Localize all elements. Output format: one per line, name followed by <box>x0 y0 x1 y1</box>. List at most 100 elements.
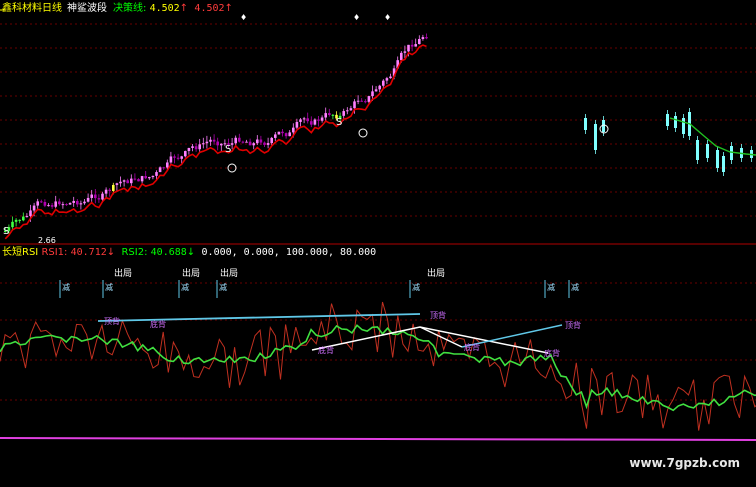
candle-body <box>374 89 378 92</box>
candle-body <box>346 110 349 112</box>
buy-signal-label: S <box>225 144 231 155</box>
candle-body <box>90 194 93 198</box>
reduce-label: 减 <box>105 282 113 292</box>
divergence-label: 底背 <box>464 342 480 352</box>
buy-signal-label: S <box>336 117 342 128</box>
price-low-label: 2.66 <box>38 236 56 245</box>
candle-body <box>198 144 201 150</box>
indicator-name: 神鲨波段 <box>67 3 107 14</box>
divergence-label: 底背 <box>544 348 560 358</box>
candle-body <box>130 178 133 184</box>
candle-body <box>36 201 39 206</box>
candle-body <box>256 139 259 144</box>
candle-body <box>209 139 212 142</box>
candle-body <box>22 216 25 221</box>
candle-body <box>594 124 597 150</box>
down-arrow-icon: ↓ <box>106 247 116 258</box>
candle-body <box>86 197 90 202</box>
stock-name: 鑫科材料 <box>2 3 42 14</box>
reduce-label: 减 <box>571 282 579 292</box>
candle-body <box>400 52 403 61</box>
rsi2-value: 40.688 <box>150 247 187 258</box>
candle-body <box>252 143 255 146</box>
decision-line-label: 决策线: <box>113 3 147 14</box>
target-icon <box>358 128 368 138</box>
candle-body <box>126 180 129 184</box>
candle-body <box>299 119 302 122</box>
candle-body <box>54 201 57 207</box>
candle-body <box>410 44 414 47</box>
candle-body <box>353 101 356 109</box>
candle-body <box>76 200 79 205</box>
divergence-label: 顶背 <box>430 310 446 320</box>
candle-body <box>122 180 126 182</box>
candle-body <box>320 117 324 121</box>
candle-body <box>115 183 119 185</box>
candle-body <box>40 201 43 203</box>
candle-body <box>166 162 169 168</box>
candle-body <box>356 100 360 102</box>
candle-body <box>11 221 14 228</box>
candle-body <box>277 131 281 135</box>
candle-body <box>194 146 198 150</box>
candle-body <box>234 137 237 144</box>
candle-body <box>248 141 252 146</box>
candle-body <box>425 37 428 39</box>
indicator-panel-name: 长短RSI <box>2 247 39 258</box>
candle-body <box>302 118 306 120</box>
candle-body <box>674 116 677 128</box>
indicator-title: 长短RSI RSI1: 40.712↓, RSI2: 40.688↓, 0.00… <box>2 247 377 258</box>
chart-canvas[interactable]: ♦ ♦ ♦SSS2.66 出局 出局 出局 出局减减减减减减减顶背 底背顶背底背 底背底背顶背 <box>0 0 756 487</box>
candle-body <box>119 181 122 184</box>
candle-body <box>696 140 699 160</box>
rsi1-label: RSI1: <box>41 247 68 258</box>
candle-body <box>180 156 183 159</box>
reduce-label: 减 <box>219 282 227 292</box>
candle-body <box>306 118 309 122</box>
exit-label: 出局 <box>220 267 238 279</box>
candle-body <box>421 37 425 39</box>
rsi-indicator: 出局 出局 出局 出局减减减减减减减顶背 底背顶背底背 底背底背顶背 <box>0 267 756 441</box>
candle-body <box>403 51 407 53</box>
candle-body <box>389 76 392 79</box>
candle-body <box>108 189 111 191</box>
candle-body <box>191 146 194 148</box>
candle-body <box>137 179 140 182</box>
candle-body <box>29 210 32 217</box>
period-label: 日线 <box>42 3 62 14</box>
candle-body <box>371 91 374 97</box>
candle-body <box>382 80 385 86</box>
candle-body <box>58 201 61 205</box>
candle-body <box>220 143 223 146</box>
candle-body <box>140 176 144 182</box>
candle-body <box>65 204 68 206</box>
candle-body <box>317 119 320 121</box>
reduce-label: 减 <box>62 282 70 292</box>
candle-body <box>292 127 295 133</box>
candle-body <box>706 144 709 158</box>
candle-body <box>328 113 331 115</box>
up-arrow-icon: ↑ <box>224 3 233 14</box>
candle-body <box>259 139 263 143</box>
candle-body <box>79 203 83 205</box>
candle-body <box>360 100 363 102</box>
reduce-label: 减 <box>547 282 555 292</box>
candle-body <box>313 119 317 125</box>
candle-body <box>47 205 50 207</box>
candle-body <box>212 139 216 142</box>
candle-body <box>682 118 685 134</box>
candle-body <box>666 114 669 126</box>
candle-body <box>331 114 335 116</box>
candle-body <box>158 167 162 173</box>
candle-body <box>349 108 353 111</box>
diamond-marker: ♦ <box>240 13 247 22</box>
candle-body <box>101 193 104 200</box>
candle-body <box>133 178 137 180</box>
candle-body <box>18 219 21 221</box>
candle-body <box>364 101 367 103</box>
candle-body <box>385 78 389 81</box>
exit-label: 出局 <box>427 267 445 279</box>
rsi1-value: 40.712 <box>70 247 107 258</box>
candle-body <box>14 219 18 222</box>
candle-body <box>584 118 587 130</box>
